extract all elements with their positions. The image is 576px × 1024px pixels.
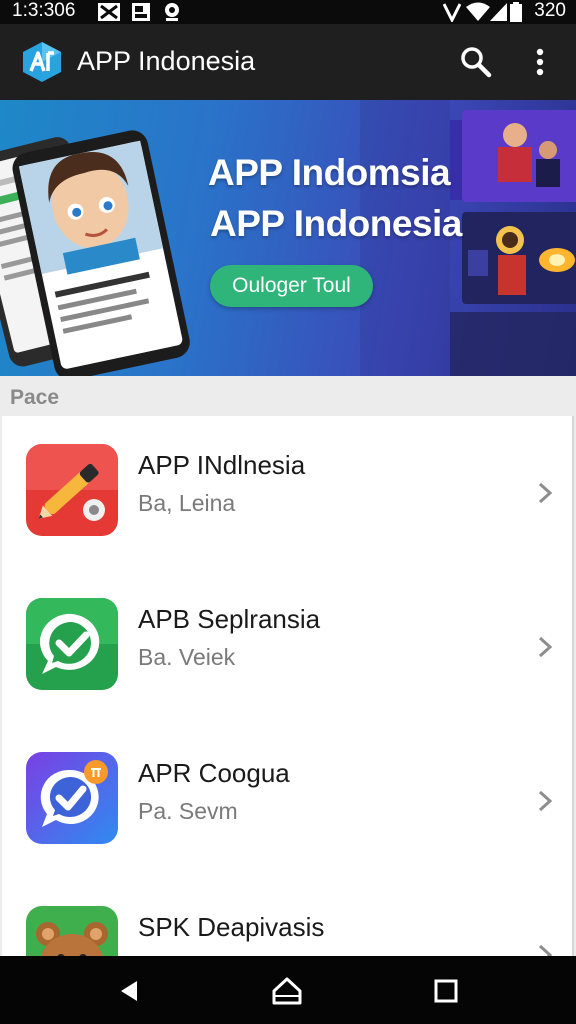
more-vert-icon[interactable] bbox=[526, 44, 554, 80]
banner-headline-secondary: APP Indonesia bbox=[210, 203, 462, 244]
mail-x-icon bbox=[98, 3, 120, 21]
list-item[interactable]: SPK Deapivasis bbox=[2, 878, 572, 956]
location-icon bbox=[165, 3, 179, 21]
banner-cta-button[interactable]: Ouloger Toul bbox=[210, 265, 373, 307]
wifi-icon bbox=[466, 2, 490, 21]
chevron-right-icon bbox=[538, 636, 553, 658]
search-icon[interactable] bbox=[458, 44, 494, 80]
list-item[interactable]: APR Coogua Pa. Sevm bbox=[2, 724, 572, 878]
app-subtitle: Ba, Leina bbox=[138, 490, 236, 516]
pen-rocket-icon bbox=[26, 444, 118, 536]
status-time: 1:3:306 bbox=[12, 0, 76, 21]
chat-check-icon bbox=[26, 598, 118, 690]
app-title: APP INdlnesia bbox=[138, 450, 306, 480]
app-subtitle: Pa. Sevm bbox=[138, 798, 238, 824]
navigation-bar bbox=[0, 956, 576, 1024]
app-subtitle: Ba. Veiek bbox=[138, 644, 236, 670]
chevron-right-icon bbox=[538, 482, 553, 504]
signal-icon bbox=[490, 3, 507, 21]
bear-icon bbox=[26, 906, 118, 956]
app-title: APR Coogua bbox=[138, 758, 290, 788]
list-item[interactable]: APP INdlnesia Ba, Leina bbox=[2, 416, 572, 570]
vpn-icon bbox=[443, 3, 461, 22]
app-list: APP INdlnesia Ba, Leina APB Seplransia B… bbox=[2, 416, 574, 956]
app-bar: APP Indonesia bbox=[0, 24, 576, 100]
chevron-right-icon bbox=[538, 790, 553, 812]
recents-icon[interactable] bbox=[431, 976, 461, 1006]
section-label: Pace bbox=[10, 386, 60, 409]
battery-percentage: 320 bbox=[534, 0, 566, 21]
app-title: APB Seplransia bbox=[138, 604, 321, 634]
status-bar: 1:3:306 320 bbox=[0, 0, 576, 24]
chevron-right-icon bbox=[538, 944, 553, 956]
chat-check-badge-icon bbox=[26, 752, 118, 844]
back-icon[interactable] bbox=[115, 976, 145, 1006]
list-item[interactable]: APB Seplransia Ba. Veiek bbox=[2, 570, 572, 724]
app-title: APP Indonesia bbox=[77, 46, 256, 76]
banner-headline-primary: APP Indomsia bbox=[208, 152, 451, 193]
app-logo-icon bbox=[23, 42, 61, 82]
battery-icon bbox=[510, 2, 522, 22]
promo-banner[interactable]: APP Indomsia APP Indonesia Ouloger Toul bbox=[0, 100, 576, 376]
photo-icon bbox=[132, 3, 150, 21]
home-icon[interactable] bbox=[272, 976, 302, 1006]
app-title: SPK Deapivasis bbox=[138, 912, 325, 942]
